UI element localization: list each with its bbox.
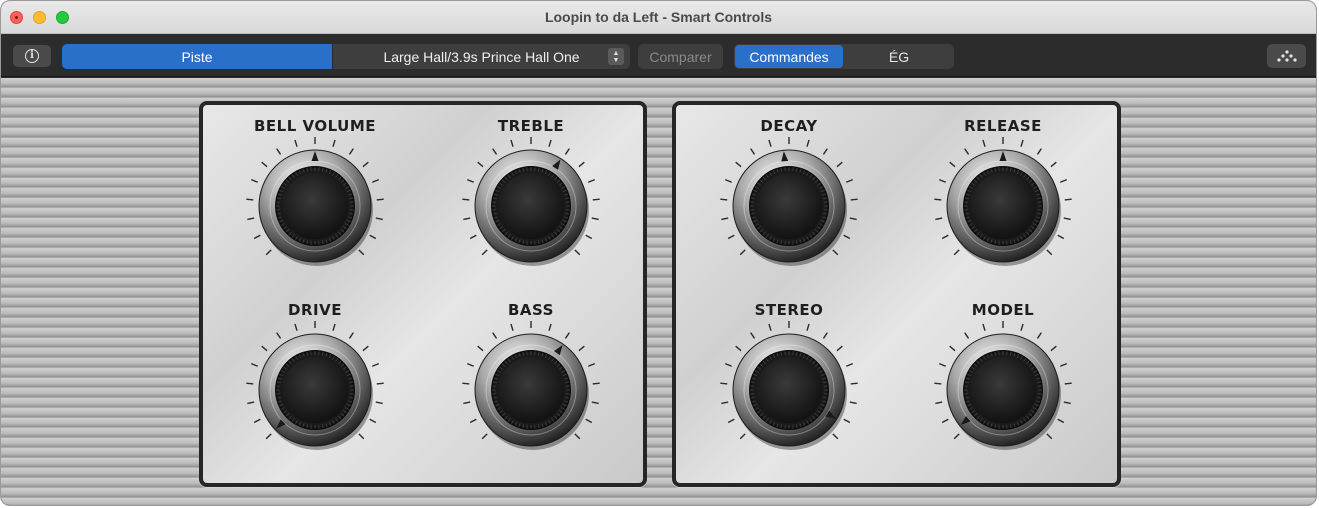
inspector-button[interactable]: i [13,45,51,67]
toolbar: i Piste Large Hall/3.9s Prince Hall One … [1,35,1316,77]
drive-knob[interactable] [240,315,390,465]
title-bar: Loopin to da Left - Smart Controls [1,1,1316,34]
info-icon: i [25,49,39,63]
knob-unit: MODEL [903,301,1103,476]
knob-unit: RELEASE [903,117,1103,292]
model-knob[interactable] [928,315,1078,465]
release-knob[interactable] [928,131,1078,281]
tab-eq[interactable]: ÉG [844,44,954,69]
smart-controls-area: BELL VOLUME TREBLE DRIVE BASS DECAY RELE… [1,78,1316,505]
view-segmented-control: Commandes ÉG [734,44,954,69]
decay-knob[interactable] [714,131,864,281]
smart-controls-window: Loopin to da Left - Smart Controls i Pis… [0,0,1317,506]
knob-unit: BASS [431,301,631,476]
window-title: Loopin to da Left - Smart Controls [544,9,773,25]
automation-button[interactable] [1267,44,1306,68]
knob-unit: DECAY [689,117,889,292]
knob-unit: BELL VOLUME [215,117,415,292]
knob-unit: DRIVE [215,301,415,476]
track-button[interactable]: Piste [62,44,332,69]
bell-volume-knob[interactable] [240,131,390,281]
preset-selector[interactable]: Large Hall/3.9s Prince Hall One ▲ ▼ [332,44,630,69]
controls-panel-left: BELL VOLUME TREBLE DRIVE BASS [199,101,647,487]
bass-knob[interactable] [456,315,606,465]
tab-controls[interactable]: Commandes [735,45,843,68]
treble-knob[interactable] [456,131,606,281]
knob-unit: TREBLE [431,117,631,292]
knob-unit: STEREO [689,301,889,476]
stereo-knob[interactable] [714,315,864,465]
track-preset-control: Piste Large Hall/3.9s Prince Hall One ▲ ▼ [62,44,630,69]
controls-panel-right: DECAY RELEASE STEREO MODEL [672,101,1121,487]
up-down-chevron-icon[interactable]: ▲ ▼ [608,48,624,65]
compare-button[interactable]: Comparer [638,44,723,69]
automation-icon [1276,50,1297,62]
preset-name: Large Hall/3.9s Prince Hall One [383,48,580,65]
